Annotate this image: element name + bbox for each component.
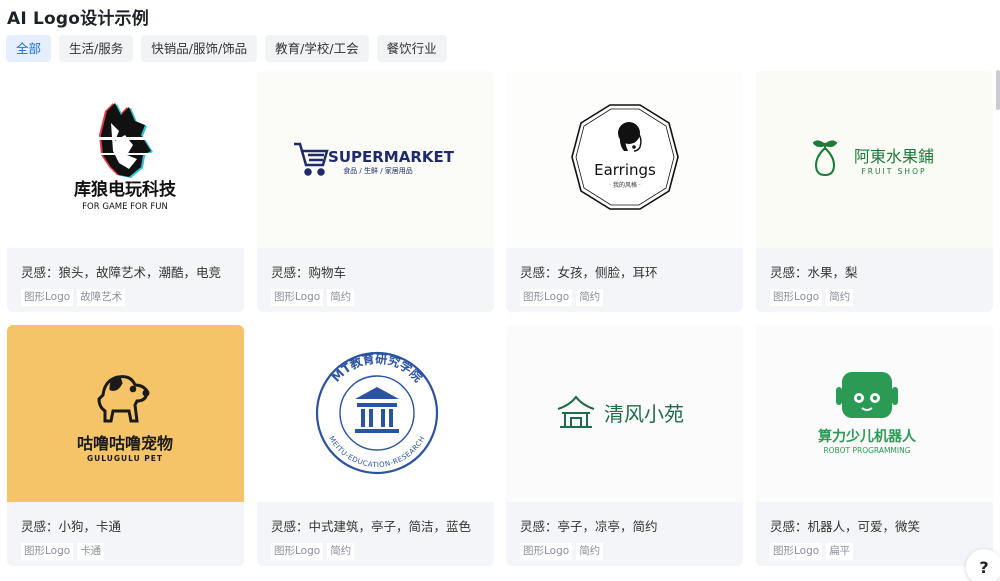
card-tags: 图形Logo 简约	[271, 543, 480, 560]
card-info: 灵感：购物车 图形Logo 简约	[257, 248, 494, 312]
logo-name: 算力少儿机器人	[818, 428, 917, 445]
card-tag: 图形Logo	[271, 289, 324, 306]
tab-fmcg-apparel[interactable]: 快销品/服饰/饰品	[141, 35, 258, 62]
card-tag: 卡通	[77, 543, 105, 560]
card-tag: 图形Logo	[21, 289, 74, 306]
category-tabs: 全部 生活/服务 快销品/服饰/饰品 教育/学校/工会 餐饮行业	[6, 35, 447, 62]
card-tags: 图形Logo 简约	[520, 289, 729, 306]
logo-card[interactable]: 算力少儿机器人 ROBOT PROGRAMMING 灵感：机器人，可爱，微笑 图…	[756, 325, 993, 566]
logo-tagline: ROBOT PROGRAMMING	[823, 446, 910, 455]
card-tags: 图形Logo 简约	[770, 289, 979, 306]
tab-all[interactable]: 全部	[6, 35, 52, 62]
wolf-head-icon	[97, 103, 157, 178]
card-tag: 图形Logo	[770, 543, 823, 560]
logo-name: 咕噜咕噜宠物	[77, 434, 173, 453]
card-info: 灵感：机器人，可爱，微笑 图形Logo 扁平	[756, 502, 993, 566]
card-inspiration: 灵感：机器人，可爱，微笑	[770, 519, 921, 534]
logo-name: 库狼电玩科技	[74, 179, 177, 200]
robot-icon	[836, 372, 898, 418]
card-inspiration: 灵感：狼头，故障艺术，潮酷，电竞	[21, 265, 222, 280]
logo-tagline: MEITU-EDUCATION-RESEARCH	[327, 435, 427, 469]
tab-life-service[interactable]: 生活/服务	[59, 35, 134, 62]
card-tag: 扁平	[826, 543, 854, 560]
logo-thumbnail: 算力少儿机器人 ROBOT PROGRAMMING	[756, 325, 993, 502]
card-info: 灵感：狼头，故障艺术，潮酷，电竞 图形Logo 故障艺术	[7, 248, 244, 312]
logo-thumbnail: Earrings · 我的风格 ·	[506, 71, 743, 248]
logo-card[interactable]: MT教育研究学院 MEITU-EDUCATION-RESEARCH 灵感：中式建…	[257, 325, 494, 566]
logo-thumbnail: 咕噜咕噜宠物 GULUGULU PET	[7, 325, 244, 502]
help-button[interactable]: ?	[966, 549, 1000, 581]
card-inspiration: 灵感：购物车	[271, 265, 347, 280]
logo-tagline: 食品 / 生鲜 / 家居用品	[343, 166, 413, 175]
card-info: 灵感：亭子，凉亭，简约 图形Logo 简约	[506, 502, 743, 566]
card-tag: 图形Logo	[271, 543, 324, 560]
logo-tagline: GULUGULU PET	[87, 454, 163, 463]
card-inspiration: 灵感：中式建筑，亭子，简洁，蓝色	[271, 519, 472, 534]
card-tag: 简约	[327, 289, 355, 306]
card-inspiration: 灵感：女孩，侧脸，耳环	[520, 265, 658, 280]
logo-card[interactable]: Earrings · 我的风格 · 灵感：女孩，侧脸，耳环 图形Logo 简约	[506, 71, 743, 312]
card-tag: 图形Logo	[520, 543, 573, 560]
logo-name: MT教育研究学院	[329, 351, 426, 385]
logo-name: 清风小苑	[604, 402, 684, 426]
page: AI Logo设计示例 全部 生活/服务 快销品/服饰/饰品 教育/学校/工会 …	[0, 0, 1000, 581]
octagon-frame	[571, 104, 679, 210]
logo-card[interactable]: SUPERMARKET 食品 / 生鲜 / 家居用品 灵感：购物车 图形Logo…	[257, 71, 494, 312]
tab-education[interactable]: 教育/学校/工会	[265, 35, 369, 62]
dog-icon	[97, 375, 150, 423]
logo-tagline: · 我的风格 ·	[609, 181, 641, 189]
shopping-cart-icon	[294, 142, 329, 176]
page-scrollbar[interactable]	[996, 70, 1000, 110]
card-info: 灵感：中式建筑，亭子，简洁，蓝色 图形Logo 简约	[257, 502, 494, 566]
card-tag: 简约	[576, 543, 604, 560]
card-inspiration: 灵感：亭子，凉亭，简约	[520, 519, 658, 534]
card-info: 灵感：女孩，侧脸，耳环 图形Logo 简约	[506, 248, 743, 312]
logo-name: SUPERMARKET	[328, 148, 455, 166]
page-title: AI Logo设计示例	[7, 9, 149, 29]
card-inspiration: 灵感：小狗，卡通	[21, 519, 122, 534]
card-tag: 图形Logo	[21, 543, 74, 560]
card-tag: 图形Logo	[520, 289, 573, 306]
card-tag: 图形Logo	[770, 289, 823, 306]
logo-card[interactable]: 库狼电玩科技 FOR GAME FOR FUN 灵感：狼头，故障艺术，潮酷，电竞…	[7, 71, 244, 312]
logo-thumbnail: 库狼电玩科技 FOR GAME FOR FUN	[7, 71, 244, 248]
pavilion-icon	[557, 395, 595, 428]
logo-thumbnail: SUPERMARKET 食品 / 生鲜 / 家居用品	[257, 71, 494, 248]
card-tag: 故障艺术	[77, 289, 126, 306]
logo-thumbnail: 清风小苑	[506, 325, 743, 502]
logo-tagline: FOR GAME FOR FUN	[82, 202, 168, 212]
tab-catering[interactable]: 餐饮行业	[376, 35, 447, 62]
logo-card[interactable]: 阿東水果鋪 FRUIT SHOP 灵感：水果，梨 图形Logo 简约	[756, 71, 993, 312]
pear-icon	[812, 140, 838, 177]
logo-thumbnail: MT教育研究学院 MEITU-EDUCATION-RESEARCH	[257, 325, 494, 502]
card-tags: 图形Logo 卡通	[21, 543, 230, 560]
card-tag: 简约	[826, 289, 854, 306]
logo-tagline: FRUIT SHOP	[861, 167, 926, 176]
card-tag: 简约	[327, 543, 355, 560]
logo-name: 阿東水果鋪	[854, 147, 934, 166]
logo-card[interactable]: 清风小苑 灵感：亭子，凉亭，简约 图形Logo 简约	[506, 325, 743, 566]
card-inspiration: 灵感：水果，梨	[770, 265, 858, 280]
card-tag: 简约	[576, 289, 604, 306]
card-tags: 图形Logo 故障艺术	[21, 289, 230, 306]
card-tags: 图形Logo 扁平	[770, 543, 979, 560]
card-tags: 图形Logo 简约	[520, 543, 729, 560]
card-info: 灵感：小狗，卡通 图形Logo 卡通	[7, 502, 244, 566]
logo-card[interactable]: 咕噜咕噜宠物 GULUGULU PET 灵感：小狗，卡通 图形Logo 卡通	[7, 325, 244, 566]
card-tags: 图形Logo 简约	[271, 289, 480, 306]
logo-name: Earrings	[594, 161, 656, 179]
logo-thumbnail: 阿東水果鋪 FRUIT SHOP	[756, 71, 993, 248]
card-info: 灵感：水果，梨 图形Logo 简约	[756, 248, 993, 312]
